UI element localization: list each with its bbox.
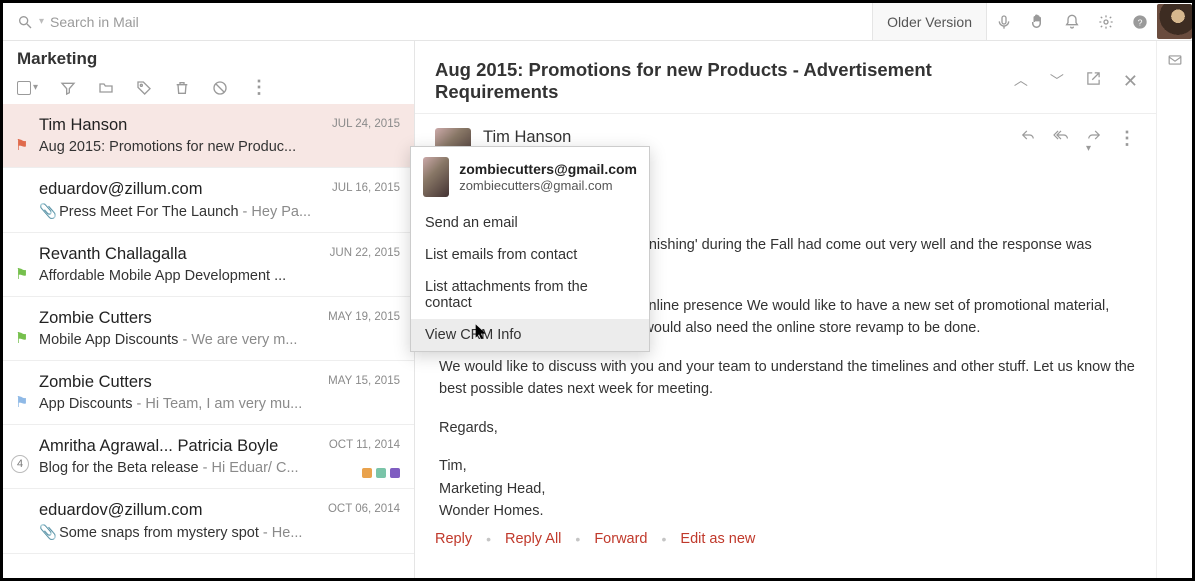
avatar[interactable]	[1157, 4, 1192, 39]
context-list-attachments[interactable]: List attachments from the contact	[411, 271, 649, 319]
flag-icon[interactable]: ⚑	[15, 329, 28, 347]
flag-icon[interactable]: ⚑	[15, 136, 28, 154]
list-subject: 📎Press Meet For The Launch - Hey Pa...	[39, 203, 400, 220]
attachment-icon: 📎	[39, 525, 57, 541]
list-subject: 📎Some snaps from mystery spot - He...	[39, 524, 400, 541]
body-line: We would like to discuss with you and yo…	[439, 356, 1136, 401]
list-date: MAY 19, 2015	[328, 311, 400, 323]
forward-link[interactable]: Forward	[594, 531, 647, 547]
list-tags	[362, 468, 400, 478]
email-list: ⚑Tim HansonJUL 24, 2015Aug 2015: Promoti…	[3, 104, 414, 578]
message-actions: ▾ ⋮	[1020, 128, 1136, 158]
list-subject: Affordable Mobile App Development ...	[39, 268, 400, 284]
older-version-button[interactable]: Older Version	[872, 3, 987, 40]
prev-message-icon[interactable]: ︿	[1014, 70, 1028, 91]
spam-icon[interactable]	[212, 80, 228, 96]
reply-all-icon[interactable]	[1052, 128, 1070, 158]
context-avatar	[423, 157, 449, 197]
gear-icon[interactable]	[1089, 3, 1123, 41]
message-action-row: Reply • Reply All • Forward • Edit as ne…	[435, 531, 1136, 547]
context-email-secondary: zombiecutters@gmail.com	[459, 178, 612, 193]
body-signature: Tim, Marketing Head, Wonder Homes.	[439, 455, 1136, 522]
search-input[interactable]	[50, 8, 370, 36]
context-send-email[interactable]: Send an email	[411, 207, 649, 239]
list-date: JUN 22, 2015	[330, 247, 400, 259]
envelope-icon[interactable]	[1166, 53, 1184, 67]
list-subject: Blog for the Beta release - Hi Eduar/ C.…	[39, 460, 400, 476]
sender-name: Tim Hanson	[483, 128, 571, 147]
flag-icon[interactable]: ⚑	[15, 393, 28, 411]
context-menu-header: zombiecutters@gmail.com zombiecutters@gm…	[411, 147, 649, 207]
list-date: MAY 15, 2015	[328, 375, 400, 387]
attachment-icon: 📎	[39, 204, 57, 220]
open-external-icon[interactable]	[1086, 71, 1101, 92]
svg-text:?: ?	[1138, 17, 1143, 27]
list-subject: App Discounts - Hi Team, I am very mu...	[39, 396, 400, 412]
reading-header-actions: ︿ ﹀ ✕	[1014, 71, 1138, 92]
email-list-item[interactable]: ⚑Revanth ChallagallaJUN 22, 2015Affordab…	[3, 233, 414, 297]
list-toolbar: ▾ ⋮	[17, 77, 400, 98]
next-message-icon[interactable]: ﹀	[1050, 71, 1064, 92]
search-wrap: ▾	[17, 8, 872, 36]
close-icon[interactable]: ✕	[1123, 71, 1138, 92]
list-snippet: - We are very m...	[178, 332, 297, 348]
list-snippet: - Hey Pa...	[239, 204, 312, 220]
list-date: OCT 06, 2014	[328, 503, 400, 515]
email-list-item[interactable]: ⚑Zombie CuttersMAY 15, 2015App Discounts…	[3, 361, 414, 425]
search-icon[interactable]	[17, 14, 33, 30]
sig-line: Tim,	[439, 458, 467, 474]
context-email-primary: zombiecutters@gmail.com	[459, 161, 637, 177]
help-icon[interactable]: ?	[1123, 3, 1157, 41]
contact-context-menu: zombiecutters@gmail.com zombiecutters@gm…	[410, 146, 650, 352]
list-snippet: - He...	[259, 525, 303, 541]
email-list-item[interactable]: ⚑Tim HansonJUL 24, 2015Aug 2015: Promoti…	[3, 104, 414, 168]
list-head: Marketing ▾ ⋮	[3, 41, 414, 104]
reply-link[interactable]: Reply	[435, 531, 472, 547]
edit-as-new-link[interactable]: Edit as new	[680, 531, 755, 547]
list-snippet: - Hi Team, I am very mu...	[133, 396, 303, 412]
sig-line: Marketing Head,	[439, 481, 545, 497]
thread-count-badge: 4	[11, 455, 29, 473]
folder-icon[interactable]	[98, 80, 114, 96]
body-regards: Regards,	[439, 417, 1136, 439]
reply-icon[interactable]	[1020, 128, 1036, 158]
email-subject-title: Aug 2015: Promotions for new Products - …	[435, 59, 1014, 103]
top-bar: ▾ Older Version ?	[3, 3, 1192, 41]
mic-icon[interactable]	[987, 3, 1021, 41]
list-subject: Mobile App Discounts - We are very m...	[39, 332, 400, 348]
sig-line: Wonder Homes.	[439, 503, 544, 519]
email-list-pane: Marketing ▾ ⋮ ⚑Tim HansonJUL 24, 2015Aug…	[3, 41, 415, 578]
list-subject: Aug 2015: Promotions for new Produc...	[39, 139, 400, 155]
reading-header: Aug 2015: Promotions for new Products - …	[415, 41, 1156, 114]
tag-chip	[376, 468, 386, 478]
list-snippet: - Hi Eduar/ C...	[199, 460, 299, 476]
search-caret-icon[interactable]: ▾	[39, 16, 44, 27]
email-list-item[interactable]: 4Amritha Agrawal... Patricia BoyleOCT 11…	[3, 425, 414, 489]
list-date: JUL 16, 2015	[332, 182, 400, 194]
list-date: JUL 24, 2015	[332, 118, 400, 130]
tag-chip	[362, 468, 372, 478]
email-list-item[interactable]: eduardov@zillum.comJUL 16, 2015📎Press Me…	[3, 168, 414, 233]
topbar-tools: Older Version ?	[872, 3, 1192, 40]
reply-all-link[interactable]: Reply All	[505, 531, 561, 547]
hand-icon[interactable]	[1021, 3, 1055, 41]
more-actions-icon[interactable]: ⋮	[1118, 128, 1136, 158]
trash-icon[interactable]	[174, 80, 190, 96]
email-list-item[interactable]: ⚑Zombie CuttersMAY 19, 2015Mobile App Di…	[3, 297, 414, 361]
context-view-crm-label: View CRM Info	[425, 327, 521, 343]
folder-title: Marketing	[17, 49, 400, 69]
more-icon[interactable]: ⋮	[250, 77, 268, 98]
side-rail	[1156, 41, 1192, 578]
tag-icon[interactable]	[136, 80, 152, 96]
filter-icon[interactable]	[60, 80, 76, 96]
tag-chip	[390, 468, 400, 478]
list-date: OCT 11, 2014	[329, 439, 400, 451]
context-list-emails[interactable]: List emails from contact	[411, 239, 649, 271]
flag-icon[interactable]: ⚑	[15, 265, 28, 283]
select-all-checkbox[interactable]: ▾	[17, 81, 38, 95]
context-view-crm[interactable]: View CRM Info	[411, 319, 649, 351]
email-list-item[interactable]: eduardov@zillum.comOCT 06, 2014📎Some sna…	[3, 489, 414, 554]
forward-icon[interactable]: ▾	[1086, 128, 1102, 158]
bell-icon[interactable]	[1055, 3, 1089, 41]
